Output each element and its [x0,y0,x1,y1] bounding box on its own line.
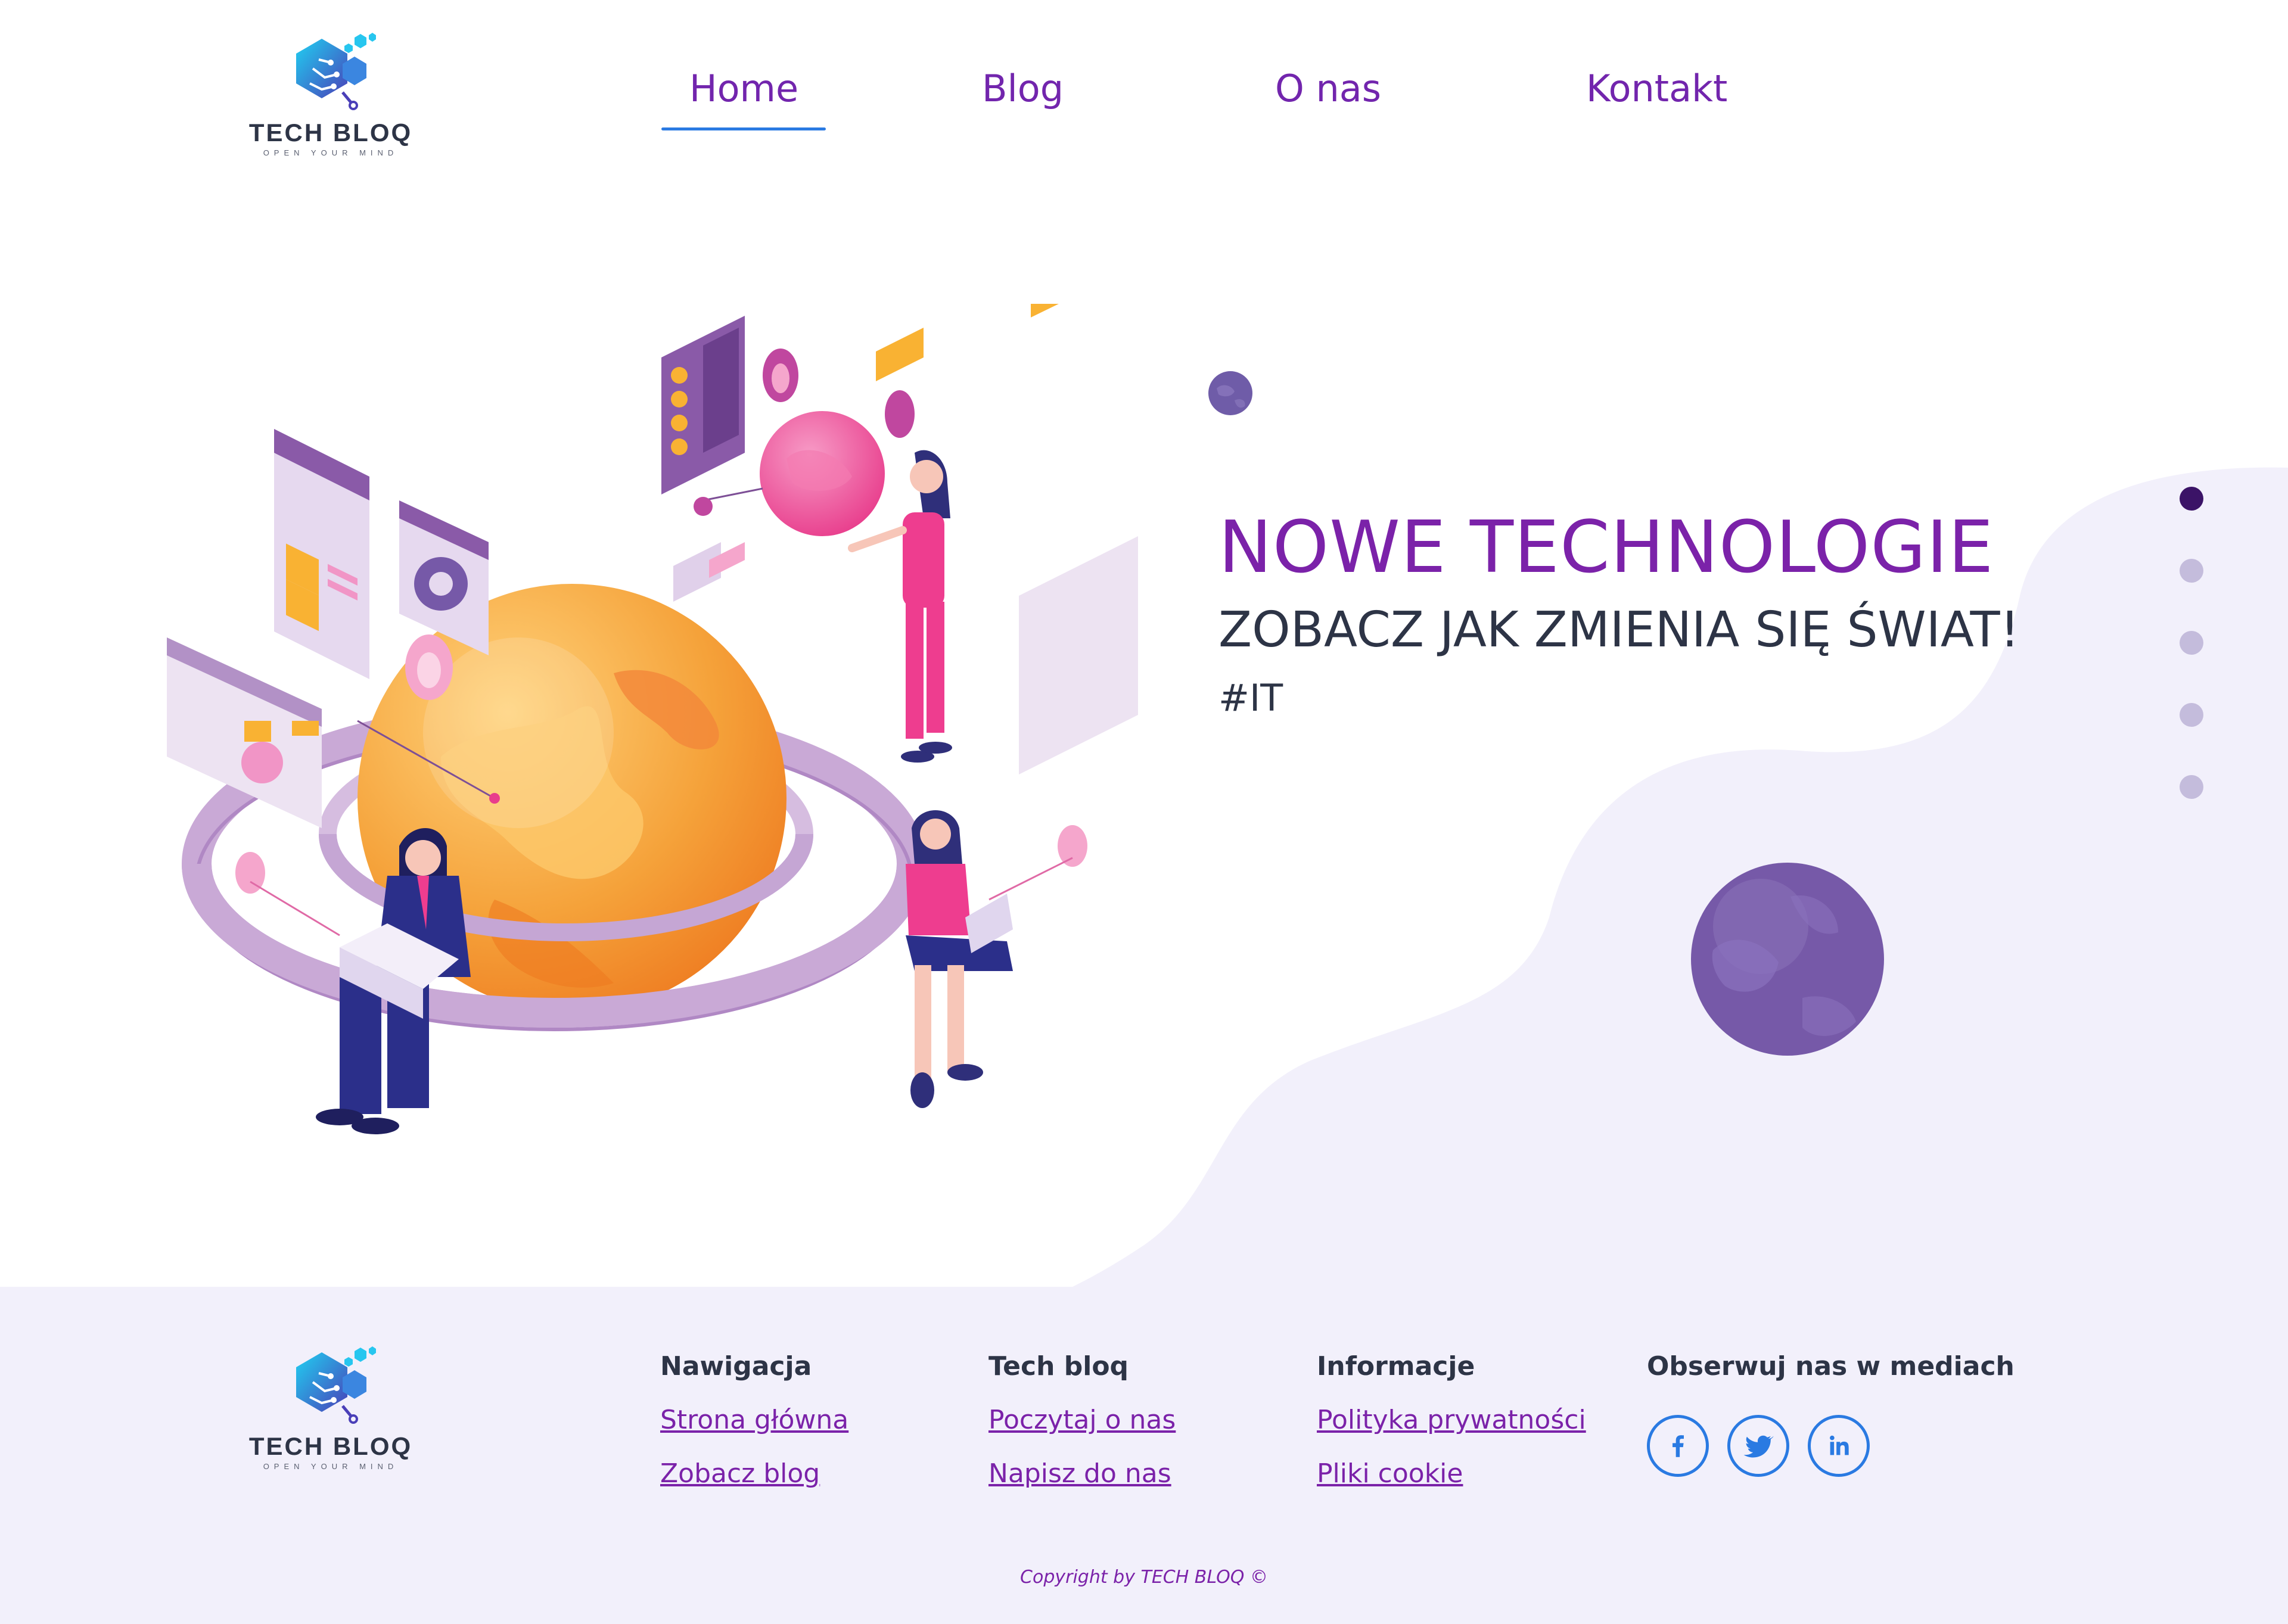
footer-link-pliki-cookie[interactable]: Pliki cookie [1317,1458,1463,1489]
copyright: Copyright by TECH BLOQ © [1020,1567,1268,1588]
logo-tagline: OPEN YOUR MIND [263,1462,399,1471]
footer-link-poczytaj-o-nas[interactable]: Poczytaj o nas [988,1405,1176,1435]
hero-title: NOWE TECHNOLOGIE [1218,506,1994,589]
nav-blog[interactable]: Blog [982,67,1064,110]
logo-title: TECH BLOQ [248,1432,413,1460]
logo-tagline: OPEN YOUR MIND [263,148,399,157]
footer-heading-social: Obserwuj nas w mediach [1647,1351,2015,1382]
facebook-button[interactable] [1647,1415,1709,1477]
logo-title: TECH BLOQ [248,119,413,147]
footer-heading-informacje: Informacje [1317,1351,1475,1382]
twitter-button[interactable] [1727,1415,1789,1477]
header-logo[interactable]: TECH BLOQ OPEN YOUR MIND [232,27,429,157]
footer-link-strona-glowna[interactable]: Strona główna [660,1405,848,1435]
nav-active-underline [661,127,826,130]
logo-hexagon-icon [296,1346,376,1424]
hero-tag: #IT [1218,676,1283,720]
slide-dot-3[interactable] [2180,631,2203,655]
footer-logo[interactable]: TECH BLOQ OPEN YOUR MIND [232,1340,429,1471]
facebook-icon [1673,1435,1684,1457]
slide-dot-4[interactable] [2180,703,2203,727]
footer-link-zobacz-blog[interactable]: Zobacz blog [660,1458,820,1489]
slide-dot-5[interactable] [2180,775,2203,799]
footer-heading-nawigacja: Nawigacja [660,1351,812,1382]
nav-home[interactable]: Home [689,67,798,110]
linkedin-button[interactable] [1808,1415,1870,1477]
nav-kontakt[interactable]: Kontakt [1586,67,1727,110]
linkedin-icon [1830,1435,1849,1455]
hero-illustration [167,304,1138,1134]
small-planet-icon [1208,371,1252,415]
twitter-icon [1743,1435,1774,1458]
logo-hexagon-icon [296,33,376,110]
footer-heading-tech-bloq: Tech bloq [988,1351,1129,1382]
nav-o-nas[interactable]: O nas [1275,67,1381,110]
footer-link-polityka-prywatnosci[interactable]: Polityka prywatności [1317,1405,1586,1435]
hero-subtitle: ZOBACZ JAK ZMIENIA SIĘ ŚWIAT! [1218,602,2020,658]
slide-dot-1[interactable] [2180,487,2203,511]
footer-link-napisz-do-nas[interactable]: Napisz do nas [988,1458,1171,1489]
slide-dot-2[interactable] [2180,559,2203,583]
large-planet-icon [1691,863,1884,1056]
